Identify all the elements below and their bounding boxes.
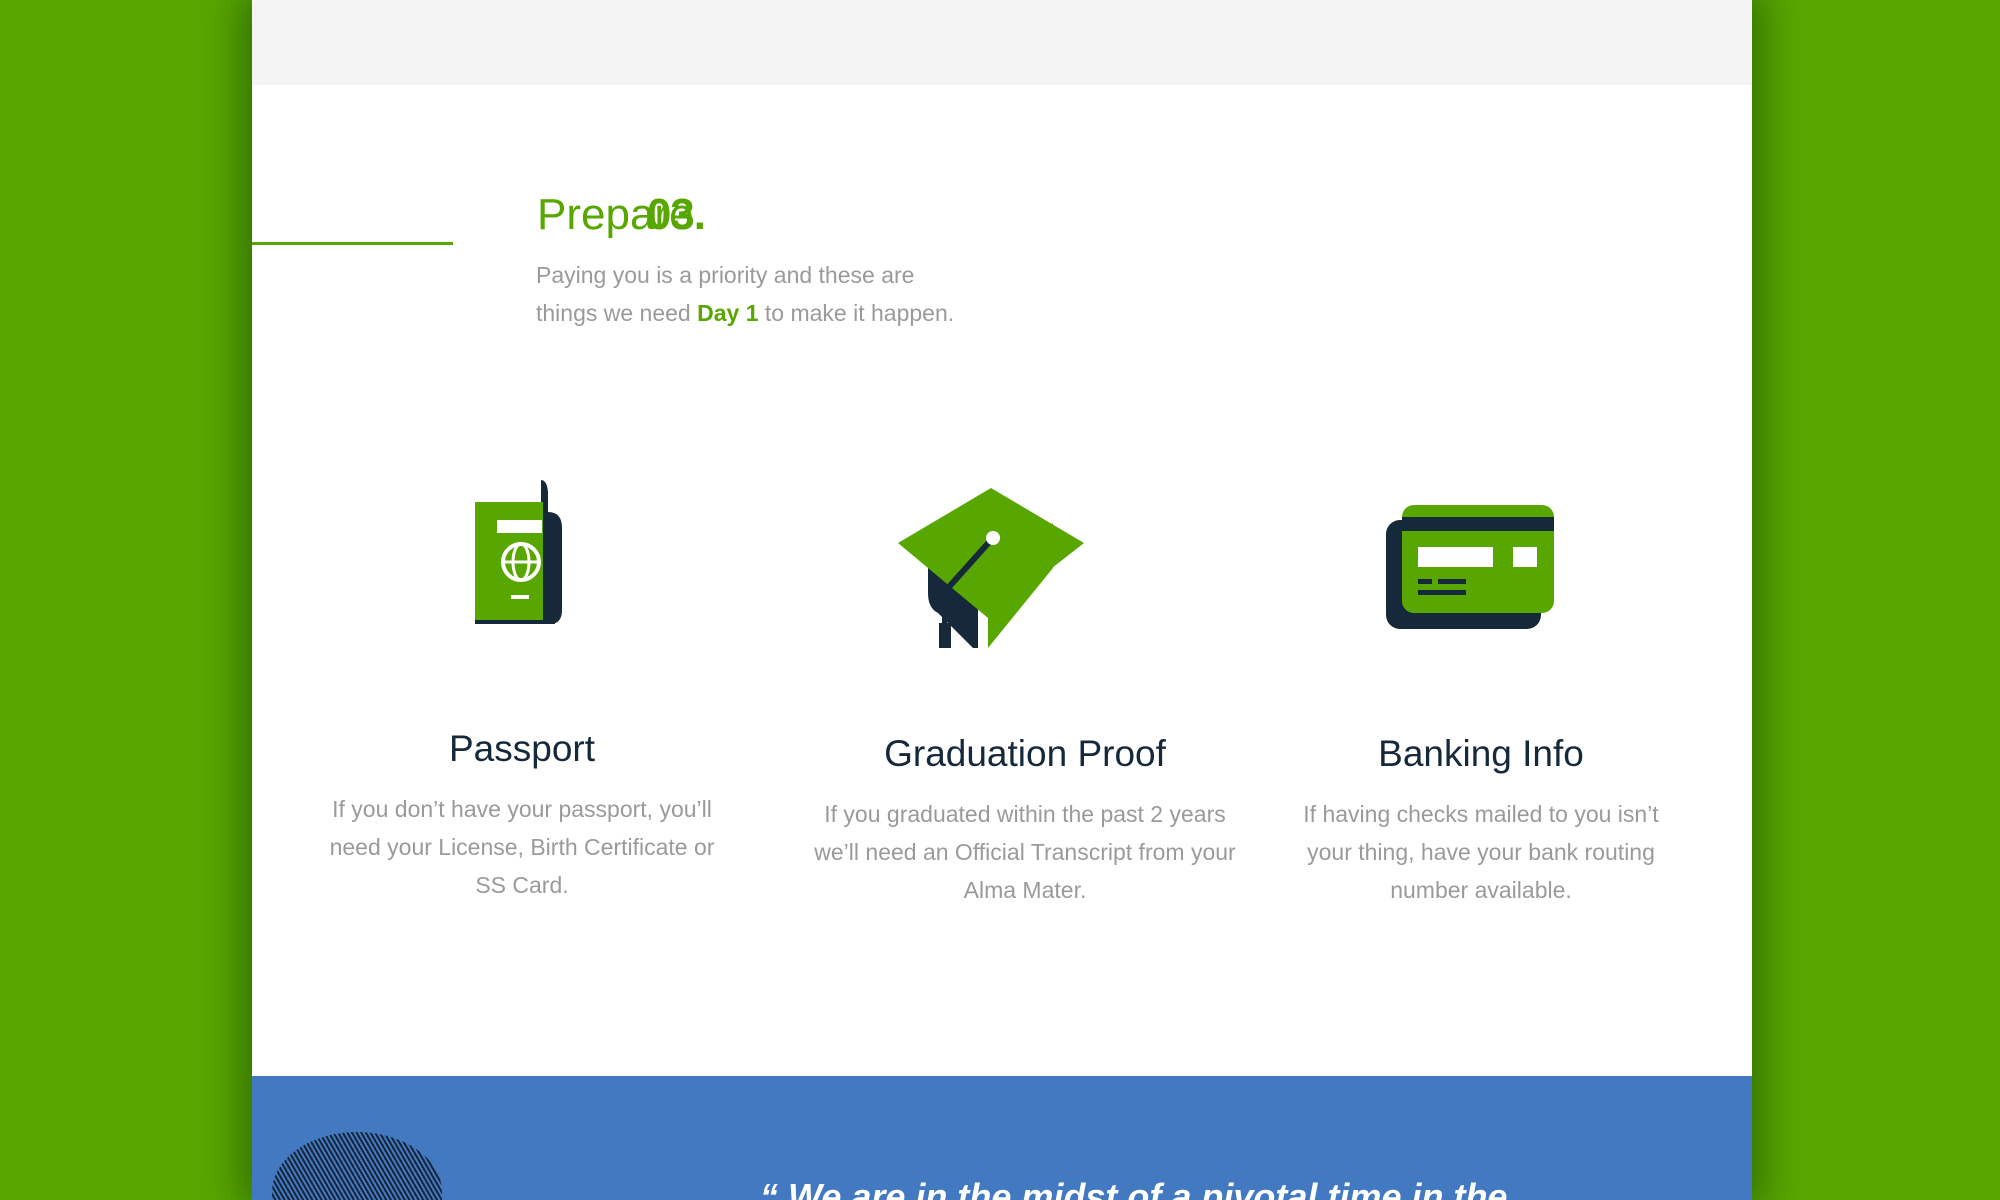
portrait-image [272, 1132, 442, 1200]
item-title: Banking Info [1378, 733, 1584, 774]
quote-text: “ We are in the midst of a pivotal time … [760, 1176, 1508, 1200]
section-intro: Paying you is a priority and these are t… [536, 256, 956, 332]
item-passport: Passport If you don’t have your passport… [322, 728, 722, 904]
item-title: Passport [448, 728, 595, 769]
intro-text-end: to make it happen. [758, 300, 955, 326]
credit-card-icon [1386, 505, 1554, 629]
item-banking-info: Banking Info If having checks mailed to … [1281, 733, 1681, 909]
intro-highlight: Day 1 [697, 300, 759, 326]
graduation-cap-icon [898, 488, 1084, 648]
item-title: Graduation Proof [884, 733, 1166, 774]
item-description: If you graduated within the past 2 years… [814, 801, 1236, 903]
section-title: Prepare [537, 190, 694, 239]
quote-band: “ We are in the midst of a pivotal time … [252, 1076, 1752, 1200]
section-divider [252, 242, 453, 245]
item-graduation-proof: Graduation Proof If you graduated within… [800, 733, 1250, 909]
item-description: If you don’t have your passport, you’ll … [329, 796, 715, 898]
passport-icon [475, 480, 562, 624]
content-panel: 03. Prepare Paying you is a priority and… [252, 0, 1752, 1200]
item-description: If having checks mailed to you isn’t you… [1303, 801, 1659, 903]
top-band [252, 0, 1752, 85]
